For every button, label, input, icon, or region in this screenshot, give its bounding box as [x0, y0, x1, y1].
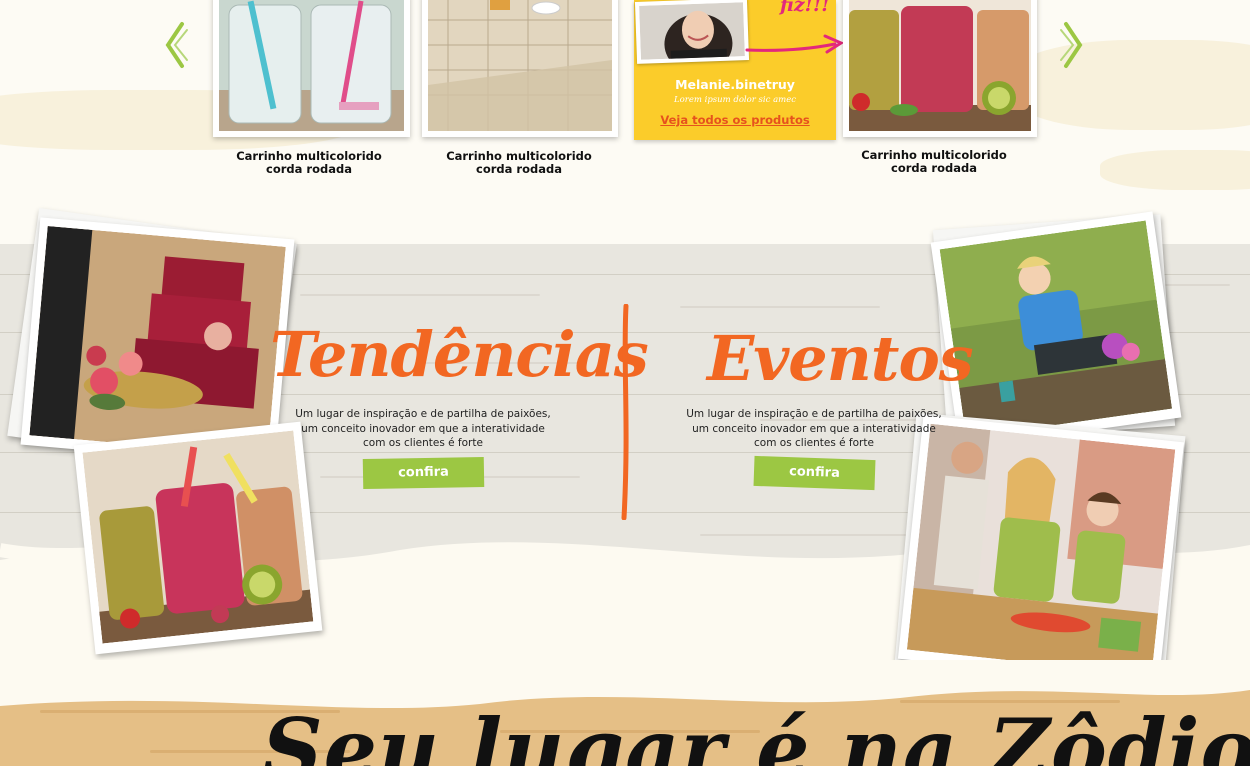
product-card[interactable]	[422, 0, 618, 137]
brush-smear	[1010, 40, 1250, 130]
section-divider	[621, 304, 629, 520]
trends-title: Tendências	[270, 318, 649, 391]
promo-username: Melanie.binetruy	[675, 77, 795, 92]
user-promo-card: fiz!!! Melanie.binetruy Lorem ipsum dolo…	[634, 0, 836, 140]
product-image-jars	[219, 0, 404, 131]
events-photo-cooking	[897, 414, 1185, 687]
product-card[interactable]	[843, 0, 1037, 137]
product-card[interactable]	[213, 0, 410, 137]
product-caption: Carrinho multicolorido corda rodada	[446, 149, 592, 176]
chevron-right-icon	[1060, 22, 1083, 68]
pink-arrow-icon	[745, 34, 845, 54]
events-confira-button[interactable]: confira	[753, 455, 876, 491]
product-caption: Carrinho multicolorido corda rodada	[861, 148, 1007, 175]
promo-tagline: Lorem ipsum dolor sic amec	[674, 95, 796, 105]
product-image-smoothies	[849, 0, 1031, 131]
trends-photo-smoothies	[73, 421, 323, 655]
user-avatar	[634, 0, 750, 64]
chevron-left-icon	[165, 22, 188, 68]
carousel-prev-button[interactable]	[160, 20, 190, 70]
trends-confira-button[interactable]: confira	[362, 456, 485, 490]
slogan-title: Seu lugar é na Zôdio	[262, 700, 1250, 766]
product-image-tablecloth	[428, 0, 612, 131]
view-all-products-link[interactable]: Veja todos os produtos	[634, 113, 836, 127]
trends-description: Um lugar de inspiração e de partilha de …	[295, 408, 551, 449]
promo-exclaim: fiz!!!	[780, 0, 830, 16]
carousel-next-button[interactable]	[1058, 20, 1088, 70]
brush-smear	[1100, 150, 1250, 190]
product-carousel: Carrinho multicolorido corda rodada Carr…	[0, 0, 1250, 244]
events-description: Um lugar de inspiração e de partilha de …	[686, 408, 942, 449]
product-caption: Carrinho multicolorido corda rodada	[236, 149, 382, 176]
events-title: Eventos	[707, 322, 974, 395]
